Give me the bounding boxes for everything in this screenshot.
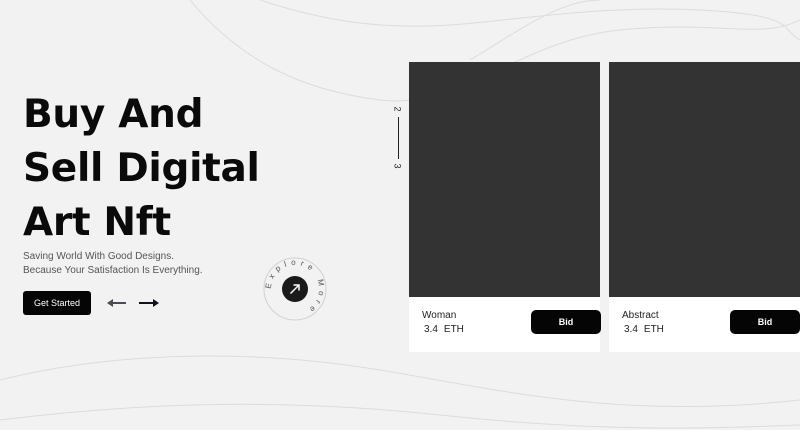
pager-next: 3 [392,163,403,169]
hero-title-line: Buy And [23,92,204,137]
nft-image [409,62,600,297]
pager-divider [398,117,399,159]
pager-current: 2 [392,106,403,112]
nft-price-currency: ETH [643,324,664,335]
slide-pager: 2 3 [392,104,406,170]
hero-title-line: Art Nft [23,200,171,245]
nft-price-currency: ETH [443,324,464,335]
nft-price-value: 3.4 [624,324,638,335]
nft-name: Abstract [622,310,659,321]
get-started-button[interactable]: Get Started [23,291,91,315]
hero-title-line: Sell Digital [23,146,260,191]
arrow-right-icon[interactable] [138,296,160,310]
nft-price: 3.4 ETH [624,324,664,335]
nft-image [609,62,800,297]
nft-name: Woman [422,310,457,321]
bid-button[interactable]: Bid [531,310,601,334]
hero-title: Buy And Sell Digital Art Nft [23,88,260,250]
explore-more-badge[interactable]: Explore More [263,257,327,321]
hero-subtitle-line: Saving World With Good Designs. [23,251,174,262]
nft-card[interactable]: Woman 3.4 ETH Bid [409,62,601,352]
hero-subtitle: Saving World With Good Designs. Because … [23,250,203,278]
nft-price: 3.4 ETH [424,324,464,335]
nft-price-value: 3.4 [424,324,438,335]
bid-button[interactable]: Bid [730,310,800,334]
nft-card[interactable]: Abstract 3.4 ETH Bid [609,62,800,352]
arrow-left-icon[interactable] [106,296,128,310]
hero-subtitle-line: Because Your Satisfaction Is Everything. [23,265,203,276]
